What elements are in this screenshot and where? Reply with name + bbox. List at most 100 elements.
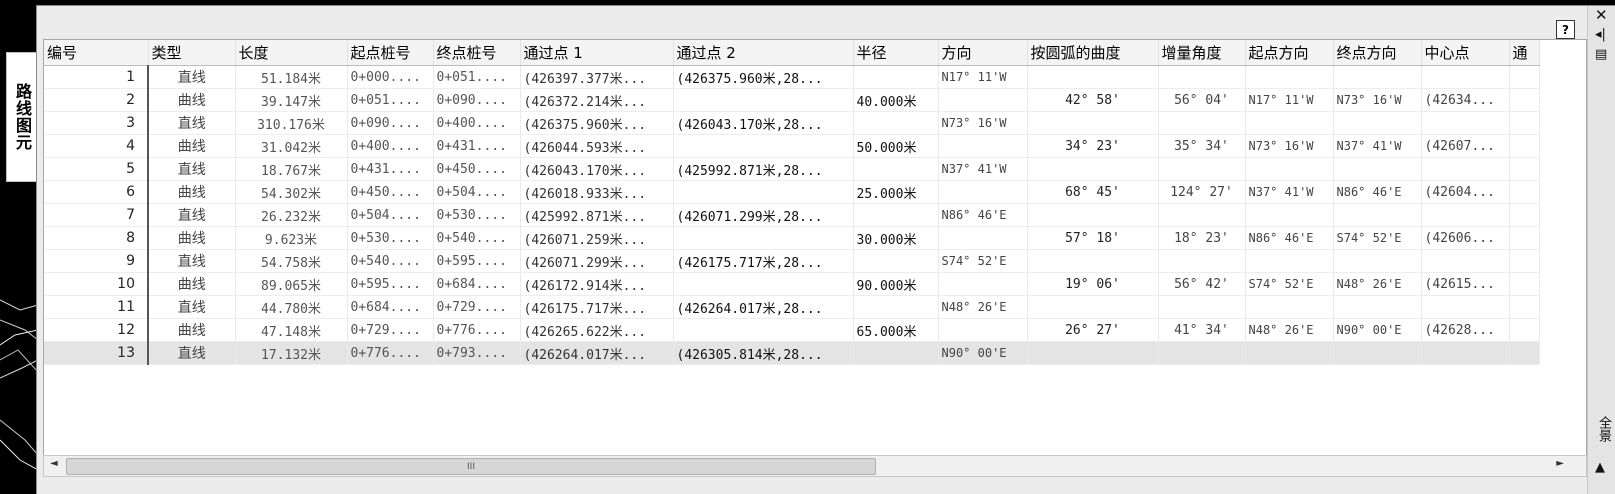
column-header[interactable]: 通	[1509, 40, 1540, 66]
column-header[interactable]: 终点方向	[1333, 40, 1422, 66]
autohide-icon[interactable]: ◂|	[1595, 28, 1606, 42]
table-cell[interactable]: 0+684....	[433, 272, 521, 296]
table-cell[interactable]	[1158, 341, 1246, 365]
table-cell[interactable]	[853, 203, 939, 227]
table-row[interactable]: 7 直线 26.232米 0+504.... 0+530.... (425992.871米…	[44, 203, 1540, 227]
table-cell[interactable]: 18.767米	[235, 157, 348, 181]
table-cell[interactable]: 13	[44, 341, 149, 365]
table-cell[interactable]: 50.000米	[853, 134, 939, 158]
table-cell[interactable]	[1509, 111, 1540, 135]
table-cell[interactable]: 54.758米	[235, 249, 348, 273]
table-cell[interactable]: 0+729....	[433, 295, 521, 319]
properties-icon[interactable]: ▤	[1595, 48, 1607, 62]
table-cell[interactable]: 3	[44, 111, 149, 135]
table-cell[interactable]: 直线	[148, 157, 236, 181]
table-cell[interactable]	[853, 157, 939, 181]
table-cell[interactable]	[938, 272, 1028, 296]
table-cell[interactable]: 曲线	[148, 318, 236, 342]
table-cell[interactable]: 0+431....	[433, 134, 521, 158]
table-cell[interactable]	[1509, 318, 1540, 342]
table-cell[interactable]: 0+595....	[433, 249, 521, 273]
table-cell[interactable]: 直线	[148, 111, 236, 135]
table-cell[interactable]: 0+793....	[433, 341, 521, 365]
table-cell[interactable]: N17° 11'W	[938, 65, 1028, 89]
table-cell[interactable]	[1333, 203, 1422, 227]
table-cell[interactable]: (42634...	[1421, 88, 1510, 112]
scroll-left-arrow-icon[interactable]: ◄	[50, 458, 58, 469]
table-cell[interactable]: N48° 26'E	[1333, 272, 1422, 296]
table-cell[interactable]: 0+530....	[433, 203, 521, 227]
help-button[interactable]: ?	[1556, 20, 1575, 39]
table-cell[interactable]: 0+000....	[347, 65, 434, 89]
table-cell[interactable]	[1027, 341, 1159, 365]
table-cell[interactable]: 0+684....	[347, 295, 434, 319]
table-cell[interactable]: 51.184米	[235, 65, 348, 89]
column-header[interactable]: 方向	[938, 40, 1028, 66]
table-cell[interactable]	[1245, 341, 1334, 365]
table-cell[interactable]	[1245, 203, 1334, 227]
table-cell[interactable]: 56° 42'	[1158, 272, 1246, 296]
table-cell[interactable]	[938, 134, 1028, 158]
table-cell[interactable]	[673, 318, 854, 342]
table-cell[interactable]: 41° 34'	[1158, 318, 1246, 342]
table-cell[interactable]: S74° 52'E	[1333, 226, 1422, 250]
table-cell[interactable]	[853, 341, 939, 365]
table-cell[interactable]: 0+776....	[347, 341, 434, 365]
table-cell[interactable]	[673, 180, 854, 204]
table-row[interactable]: 11 直线 44.780米 0+684.... 0+729.... (426175.717…	[44, 295, 1540, 319]
table-cell[interactable]: N37° 41'W	[1333, 134, 1422, 158]
table-cell[interactable]	[1421, 341, 1510, 365]
table-cell[interactable]: 31.042米	[235, 134, 348, 158]
table-cell[interactable]	[1333, 249, 1422, 273]
column-header[interactable]: 起点方向	[1245, 40, 1334, 66]
palette-titlebar[interactable]: ✕ ◂| ▤ 全景 ▲	[1587, 6, 1615, 494]
horizontal-scrollbar[interactable]: ◄ III ►	[43, 455, 1587, 477]
table-cell[interactable]: 0+504....	[347, 203, 434, 227]
column-header[interactable]: 起点桩号	[347, 40, 434, 66]
table-cell[interactable]: 34° 23'	[1027, 134, 1159, 158]
column-header[interactable]: 半径	[853, 40, 939, 66]
table-row[interactable]: 5 直线 18.767米 0+431.... 0+450.... (426043.170米…	[44, 157, 1540, 181]
table-cell[interactable]: N17° 11'W	[1245, 88, 1334, 112]
table-cell[interactable]: 0+431....	[347, 157, 434, 181]
table-cell[interactable]: 39.147米	[235, 88, 348, 112]
table-cell[interactable]: (426372.214米...	[520, 88, 674, 112]
table-cell[interactable]: (42615...	[1421, 272, 1510, 296]
table-cell[interactable]	[853, 65, 939, 89]
table-cell[interactable]: 35° 34'	[1158, 134, 1246, 158]
scroll-thumb[interactable]: III	[66, 458, 876, 475]
column-header[interactable]: 按圆弧的曲度	[1027, 40, 1159, 66]
table-cell[interactable]: 57° 18'	[1027, 226, 1159, 250]
table-row[interactable]: 10 曲线 89.065米 0+595.... 0+684.... (426172.914…	[44, 272, 1540, 296]
column-header[interactable]: 增量角度	[1158, 40, 1246, 66]
table-cell[interactable]	[1421, 203, 1510, 227]
table-cell[interactable]: 直线	[148, 249, 236, 273]
table-cell[interactable]: S74° 52'E	[938, 249, 1028, 273]
table-cell[interactable]	[1027, 249, 1159, 273]
table-cell[interactable]: 直线	[148, 65, 236, 89]
table-cell[interactable]	[1245, 65, 1334, 89]
table-cell[interactable]: (42604...	[1421, 180, 1510, 204]
table-cell[interactable]: 18° 23'	[1158, 226, 1246, 250]
table-cell[interactable]: 56° 04'	[1158, 88, 1246, 112]
table-cell[interactable]	[1421, 157, 1510, 181]
table-cell[interactable]: (426071.259米...	[520, 226, 674, 250]
table-cell[interactable]: (426397.377米...	[520, 65, 674, 89]
table-cell[interactable]: 2	[44, 88, 149, 112]
table-cell[interactable]	[673, 134, 854, 158]
table-cell[interactable]: 曲线	[148, 272, 236, 296]
table-cell[interactable]: (426175.717米,28...	[673, 249, 854, 273]
table-cell[interactable]	[1158, 65, 1246, 89]
table-cell[interactable]	[1421, 295, 1510, 319]
table-cell[interactable]: 17.132米	[235, 341, 348, 365]
table-cell[interactable]	[1333, 111, 1422, 135]
table-cell[interactable]	[1333, 65, 1422, 89]
table-cell[interactable]	[1509, 249, 1540, 273]
table-cell[interactable]: 0+400....	[347, 134, 434, 158]
table-cell[interactable]	[938, 180, 1028, 204]
table-cell[interactable]: N86° 46'E	[1245, 226, 1334, 250]
table-row[interactable]: 9 直线 54.758米 0+540.... 0+595.... (426071.299米…	[44, 249, 1540, 273]
table-cell[interactable]: 9	[44, 249, 149, 273]
table-cell[interactable]	[1509, 134, 1540, 158]
table-cell[interactable]: 0+540....	[347, 249, 434, 273]
